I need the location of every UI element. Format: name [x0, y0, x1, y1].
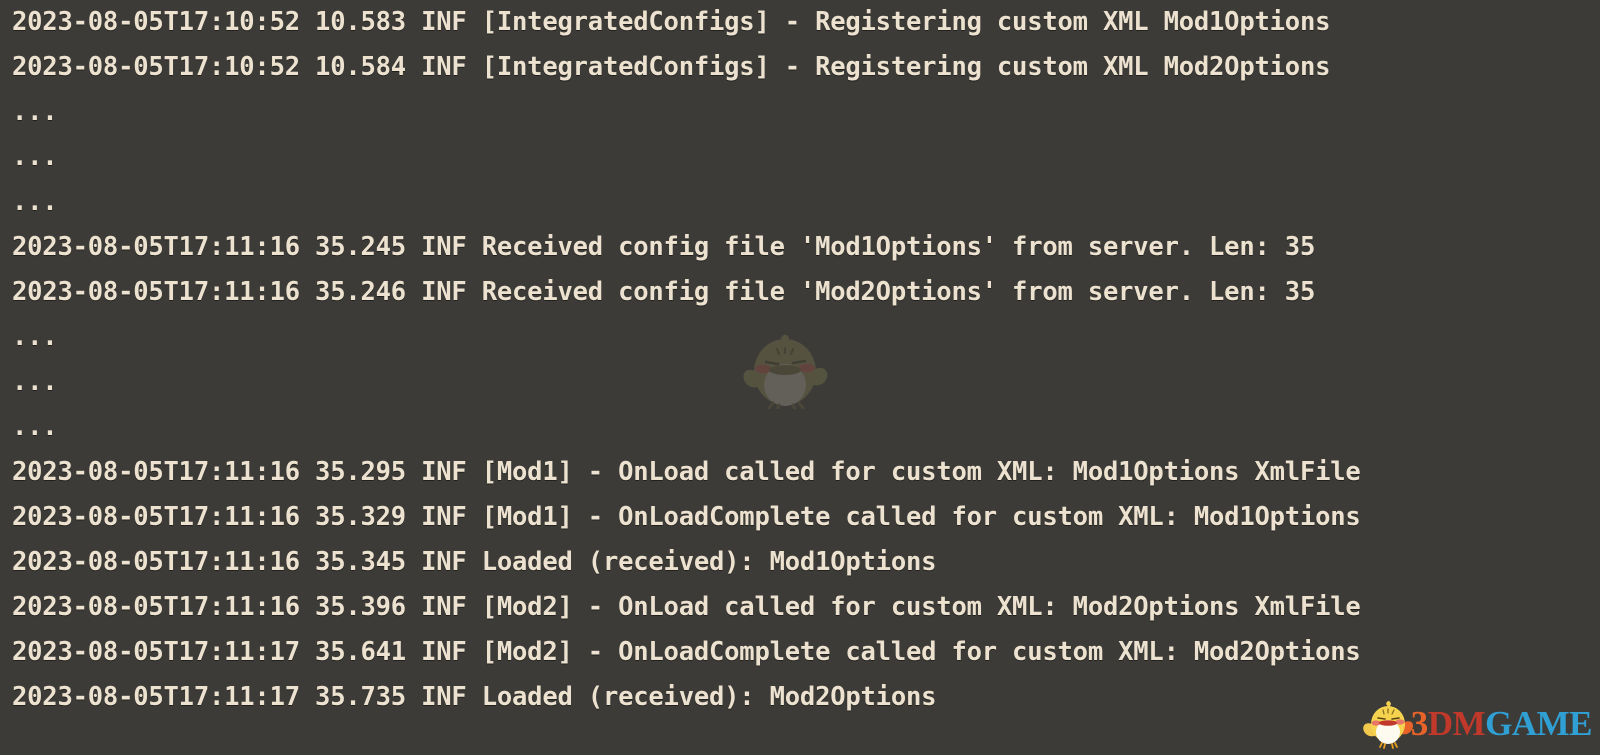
log-line-ellipsis: ...: [12, 187, 58, 217]
log-line: 2023-08-05T17:11:16 35.345 INF Loaded (r…: [12, 547, 937, 577]
brand-watermark: 3DMGAME: [1361, 695, 1592, 751]
log-line: 2023-08-05T17:10:52 10.583 INF [Integrat…: [12, 7, 1331, 37]
log-output: 2023-08-05T17:10:52 10.583 INF [Integrat…: [0, 0, 1600, 755]
log-line-ellipsis: ...: [12, 412, 58, 442]
log-line-ellipsis: ...: [12, 97, 58, 127]
log-line: 2023-08-05T17:11:16 35.329 INF [Mod1] - …: [12, 502, 1361, 532]
brand-text: 3DMGAME: [1411, 703, 1593, 743]
log-line: 2023-08-05T17:10:52 10.584 INF [Integrat…: [12, 52, 1331, 82]
log-line-ellipsis: ...: [12, 322, 58, 352]
log-line-ellipsis: ...: [12, 142, 58, 172]
log-line: 2023-08-05T17:11:16 35.245 INF Received …: [12, 232, 1316, 262]
log-line: 2023-08-05T17:11:16 35.246 INF Received …: [12, 277, 1316, 307]
log-line: 2023-08-05T17:11:16 35.295 INF [Mod1] - …: [12, 457, 1361, 487]
chick-mascot-icon: [1361, 697, 1415, 749]
log-line: 2023-08-05T17:11:17 35.641 INF [Mod2] - …: [12, 637, 1361, 667]
log-line-ellipsis: ...: [12, 367, 58, 397]
console-screen: 2023-08-05T17:10:52 10.583 INF [Integrat…: [0, 0, 1600, 755]
brand-text-part-3: GAME: [1485, 703, 1592, 743]
log-line: 2023-08-05T17:11:16 35.396 INF [Mod2] - …: [12, 592, 1361, 622]
brand-text-part-2: DM: [1427, 703, 1486, 743]
